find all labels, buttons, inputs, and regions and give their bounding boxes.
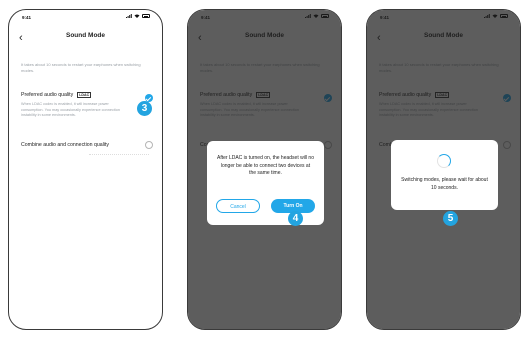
step-badge-5: 5 [443, 211, 458, 226]
option-preferred-label: Preferred audio quality [21, 92, 74, 98]
sound-mode-screen: 9:41 ‹ Sound Mode It takes about 10 seco… [367, 10, 520, 329]
mode-description: It takes about 10 seconds to restart you… [21, 62, 141, 73]
dialog-message: After LDAC is turned on, the headset wil… [217, 155, 314, 176]
sound-mode-screen: 9:41 ‹ Sound Mode It takes about 10 seco… [188, 10, 341, 329]
phone-screen-2: 9:41 ‹ Sound Mode It takes about 10 seco… [187, 9, 342, 330]
step-badge-3: 3 [137, 101, 152, 116]
cancel-button[interactable]: Cancel [216, 199, 260, 213]
status-bar: 9:41 [9, 10, 162, 24]
step-badge-4: 4 [288, 211, 303, 226]
switching-message: Switching modes, please wait for about 1… [401, 177, 488, 191]
option-preferred-description: When LDAC codec is enabled, it will incr… [21, 102, 120, 118]
header: ‹ Sound Mode [9, 28, 162, 48]
ldac-confirm-dialog: After LDAC is turned on, the headset wil… [207, 141, 324, 225]
page-title: Sound Mode [66, 32, 105, 39]
status-icons [126, 14, 150, 18]
loading-spinner-icon [437, 154, 451, 168]
option-label: Preferred audio quality LDAC [21, 92, 152, 98]
option-combine-audio-connection[interactable]: Combine audio and connection quality [21, 142, 109, 148]
sound-mode-screen: 9:41 ‹ Sound Mode It takes about 10 seco… [9, 10, 162, 329]
phone-screen-3: 9:41 ‹ Sound Mode It takes about 10 seco… [366, 9, 521, 330]
switching-modes-dialog: Switching modes, please wait for about 1… [391, 140, 498, 210]
divider [89, 154, 149, 155]
battery-icon [142, 14, 150, 18]
phone-screen-1: 9:41 ‹ Sound Mode It takes about 10 seco… [8, 9, 163, 330]
wifi-icon [134, 14, 140, 18]
ldac-badge: LDAC [77, 92, 92, 98]
signal-icon [126, 14, 132, 18]
option-preferred-audio-quality[interactable]: Preferred audio quality LDAC When LDAC c… [21, 92, 152, 119]
option-combine-label: Combine audio and connection quality [21, 142, 109, 148]
status-time: 9:41 [22, 15, 32, 20]
radio-unselected-icon[interactable] [145, 141, 153, 149]
